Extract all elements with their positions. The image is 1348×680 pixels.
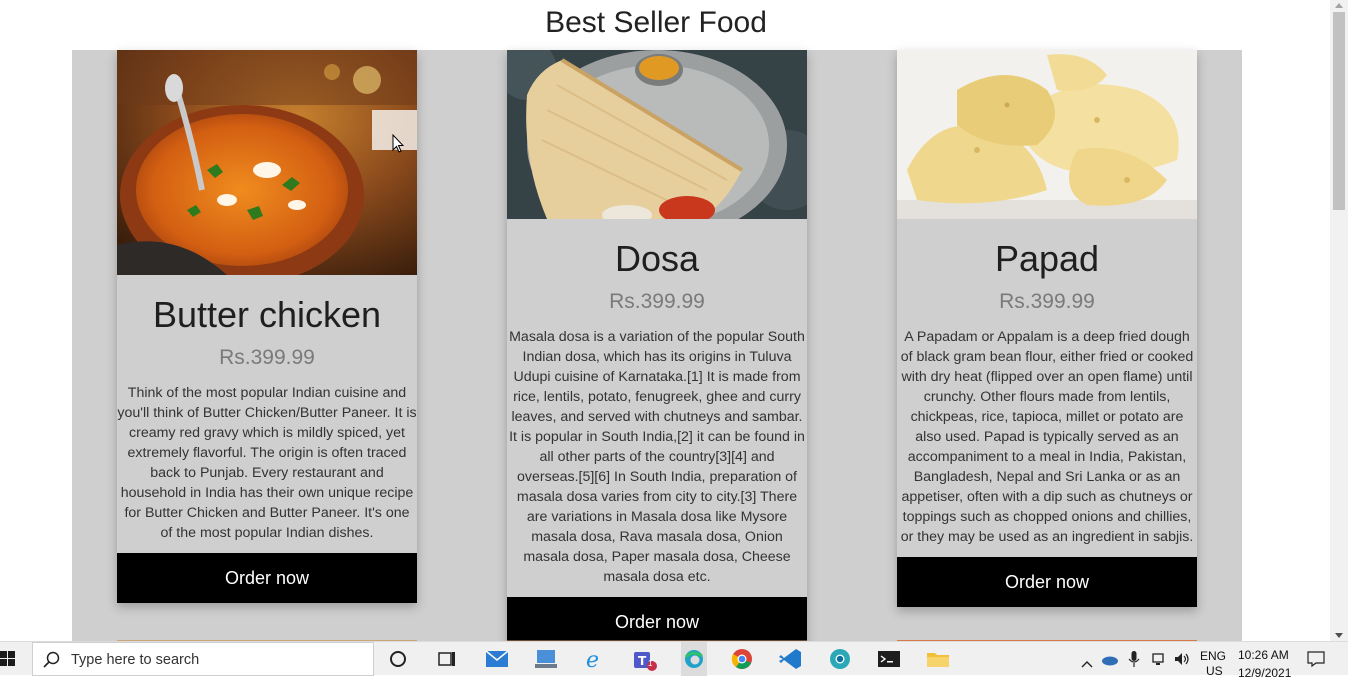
file-explorer-icon[interactable] — [926, 648, 950, 670]
svg-text:e: e — [586, 648, 599, 670]
mail-icon[interactable] — [485, 648, 509, 670]
product-description: Masala dosa is a variation of the popula… — [509, 329, 805, 585]
network-icon[interactable] — [1151, 651, 1167, 672]
product-price: Rs.399.99 — [219, 346, 315, 369]
teams-badge: 1 — [648, 659, 653, 668]
microphone-icon[interactable] — [1128, 651, 1140, 672]
onedrive-icon[interactable] — [1101, 652, 1119, 671]
dosa-image — [507, 50, 807, 219]
product-price: Rs.399.99 — [999, 290, 1095, 313]
teams-icon[interactable]: T 1 — [632, 648, 657, 671]
input-region[interactable]: US — [1206, 664, 1223, 678]
windows-start-icon[interactable] — [0, 651, 16, 672]
clock-date[interactable]: 12/9/2021 — [1238, 666, 1291, 680]
product-card-papad: Papad Rs.399.99 A Papadam or Appalam is … — [897, 50, 1197, 607]
product-name: Papad — [994, 238, 1100, 279]
volume-icon[interactable] — [1174, 651, 1190, 672]
product-card-butter-chicken: Butter chicken Rs.399.99 Think of the mo… — [117, 50, 417, 603]
search-icon — [43, 651, 61, 674]
scroll-up-icon[interactable] — [1335, 3, 1343, 8]
input-language[interactable]: ENG — [1200, 649, 1226, 663]
cortana-icon[interactable] — [387, 648, 411, 670]
chrome-canary-icon[interactable] — [828, 648, 852, 670]
show-hidden-icons-icon[interactable] — [1081, 655, 1093, 673]
product-price: Rs.399.99 — [609, 290, 705, 313]
order-now-button[interactable]: Order now — [897, 557, 1197, 607]
product-description: A Papadam or Appalam is a deep fried dou… — [900, 329, 1194, 545]
page-scrollbar[interactable] — [1330, 0, 1348, 641]
order-now-button[interactable]: Order now — [117, 553, 417, 603]
scroll-down-icon[interactable] — [1335, 633, 1343, 638]
papad-image — [897, 50, 1197, 219]
page-title: Best Seller Food — [545, 6, 767, 39]
chrome-icon[interactable] — [730, 648, 754, 670]
order-now-button[interactable]: Order now — [507, 597, 807, 641]
butter-chicken-image — [117, 50, 417, 275]
windows-taskbar: Type here to search e T 1 ENG US 10:26 A… — [0, 641, 1348, 680]
internet-explorer-icon[interactable]: e — [583, 648, 607, 673]
scrollbar-thumb[interactable] — [1333, 12, 1345, 210]
product-card-dosa: Dosa Rs.399.99 Masala dosa is a variatio… — [507, 50, 807, 641]
product-description: Think of the most popular Indian cuisine… — [117, 385, 417, 541]
edge-icon[interactable] — [681, 642, 707, 676]
taskbar-search-box[interactable]: Type here to search — [32, 642, 374, 676]
search-placeholder: Type here to search — [71, 652, 200, 668]
vscode-icon[interactable] — [779, 648, 803, 670]
terminal-icon[interactable] — [877, 648, 901, 670]
clock-time[interactable]: 10:26 AM — [1238, 648, 1289, 662]
browser-viewport: Best Seller Food Butter chicken Rs.399.9… — [0, 0, 1330, 641]
mouse-cursor-icon — [392, 133, 405, 159]
svg-text:T: T — [638, 654, 647, 668]
notifications-icon[interactable] — [1307, 651, 1325, 672]
product-name: Dosa — [614, 238, 700, 279]
product-name: Butter chicken — [152, 294, 382, 335]
task-view-icon[interactable] — [436, 648, 460, 670]
network-drive-icon[interactable] — [534, 648, 558, 670]
